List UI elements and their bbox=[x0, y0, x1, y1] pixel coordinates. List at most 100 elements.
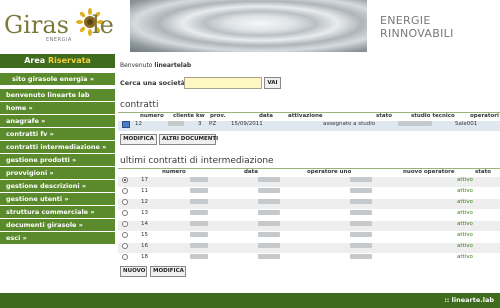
header-water-image bbox=[130, 0, 367, 52]
cell-cliente-redacted bbox=[168, 121, 184, 126]
cell-data-redacted bbox=[190, 254, 208, 259]
cell-nuovo-operatore-redacted bbox=[350, 210, 372, 215]
intermediazione-row[interactable]: 13 attivo bbox=[118, 210, 500, 220]
cell-nuovo-operatore-redacted bbox=[350, 188, 372, 193]
sidebar-item-esci[interactable]: esci » bbox=[0, 232, 115, 244]
sidebar-item-home[interactable]: home » bbox=[0, 102, 115, 114]
cell-data-redacted bbox=[190, 177, 208, 182]
contratti-row[interactable]: 12 3 PZ 15/09/2011 assegnato a studio Sa… bbox=[118, 121, 500, 131]
area-title-highlight: Riservata bbox=[47, 56, 91, 65]
sidebar-item-gestione-descrizioni[interactable]: gestione descrizioni » bbox=[0, 180, 115, 192]
cell-stato: attivo bbox=[457, 254, 473, 260]
cell-numero: 12 bbox=[141, 199, 148, 205]
cell-operatore-uno-redacted bbox=[258, 188, 280, 193]
col-stato: stato bbox=[475, 169, 492, 175]
sidebar-item-contratti-intermediazione[interactable]: contratti intermediazione » bbox=[0, 141, 115, 153]
sidebar-item-documenti-girasole[interactable]: documenti girasole » bbox=[0, 219, 115, 231]
footer: :: linearte.lab bbox=[0, 293, 500, 308]
col-studio-tecnico: studio tecnico bbox=[411, 113, 455, 119]
intermediazione-row[interactable]: 11 attivo bbox=[118, 188, 500, 198]
vai-button[interactable]: VAI bbox=[264, 77, 281, 89]
logo-text-end: le bbox=[92, 11, 114, 39]
cell-operatore-uno-redacted bbox=[258, 243, 280, 248]
cell-numero: 16 bbox=[141, 243, 148, 249]
contratti-header-row: numero cliente kw prov. data attivazione… bbox=[118, 112, 500, 120]
girasole-logo[interactable]: Giras le ENERGIA bbox=[2, 4, 118, 50]
contratti-title: contratti bbox=[120, 100, 159, 110]
intermediazione-row[interactable]: 18 attivo bbox=[118, 254, 500, 264]
cell-data-redacted bbox=[190, 221, 208, 226]
row-radio[interactable] bbox=[122, 243, 128, 249]
cell-nuovo-operatore-redacted bbox=[350, 243, 372, 248]
cell-data-redacted bbox=[190, 188, 208, 193]
cell-operatore-uno-redacted bbox=[258, 232, 280, 237]
welcome-prefix: Benvenuto bbox=[120, 62, 155, 69]
cell-prov: PZ bbox=[209, 121, 217, 127]
row-radio[interactable] bbox=[122, 199, 128, 205]
contratti-modifica-button[interactable]: MODIFICA bbox=[120, 134, 157, 145]
col-operatore-uno: operatore uno bbox=[307, 169, 352, 175]
sidebar-item-gestione-prodotti[interactable]: gestione prodotti » bbox=[0, 154, 115, 166]
altri-documenti-button[interactable]: ALTRI DOCUMENTI bbox=[159, 134, 218, 145]
cell-numero: 17 bbox=[141, 177, 148, 183]
sidebar: Area Riservata sito girasole energia » b… bbox=[0, 54, 115, 308]
intermediazione-row[interactable]: 15 attivo bbox=[118, 232, 500, 242]
cell-numero: 18 bbox=[141, 254, 148, 260]
col-operatori: operatori bbox=[470, 113, 499, 119]
search-company-input[interactable] bbox=[184, 77, 262, 89]
intermediazione-row[interactable]: 16 attivo bbox=[118, 243, 500, 253]
cell-operatori: Sale001 bbox=[455, 121, 478, 127]
sidebar-item-struttura-commerciale[interactable]: struttura commerciale » bbox=[0, 206, 115, 218]
intermediazione-row[interactable]: 12 attivo bbox=[118, 199, 500, 209]
cell-stato: attivo bbox=[457, 188, 473, 194]
cell-stato: attivo bbox=[457, 232, 473, 238]
cell-operatore-uno-redacted bbox=[258, 221, 280, 226]
cell-stato: attivo bbox=[457, 210, 473, 216]
cell-nuovo-operatore-redacted bbox=[350, 254, 372, 259]
col-stato: stato bbox=[376, 113, 393, 119]
row-select-checkbox[interactable] bbox=[122, 121, 130, 128]
cell-operatore-uno-redacted bbox=[258, 210, 280, 215]
cell-stato: attivo bbox=[457, 221, 473, 227]
cell-numero: 11 bbox=[141, 188, 148, 194]
welcome-username: lineartelab bbox=[154, 62, 192, 69]
row-radio[interactable] bbox=[122, 177, 128, 183]
col-numero: numero bbox=[140, 113, 164, 119]
cell-numero: 12 bbox=[135, 121, 142, 127]
row-radio[interactable] bbox=[122, 232, 128, 238]
cell-stato: attivo bbox=[457, 177, 473, 183]
area-riservata-title: Area Riservata bbox=[0, 54, 115, 68]
row-radio[interactable] bbox=[122, 221, 128, 227]
col-data: data bbox=[259, 113, 273, 119]
tagline-line2: RINNOVABILI bbox=[380, 27, 454, 40]
intermediazione-row[interactable]: 14 attivo bbox=[118, 221, 500, 231]
welcome-text: Benvenuto lineartelab bbox=[120, 62, 191, 69]
header: Giras le ENERGIA ENERGIE RINNOVABILI bbox=[0, 0, 500, 54]
tagline-line1: ENERGIE bbox=[380, 14, 431, 27]
intermediazione-modifica-button[interactable]: MODIFICA bbox=[150, 266, 186, 277]
cell-nuovo-operatore-redacted bbox=[350, 199, 372, 204]
cell-operatore-uno-redacted bbox=[258, 177, 280, 182]
sidebar-item-provvigioni[interactable]: provvigioni » bbox=[0, 167, 115, 179]
cell-stato: attivo bbox=[457, 199, 473, 205]
row-radio[interactable] bbox=[122, 210, 128, 216]
nuovo-button[interactable]: NUOVO bbox=[120, 266, 147, 277]
row-radio[interactable] bbox=[122, 254, 128, 260]
row-radio[interactable] bbox=[122, 188, 128, 194]
sidebar-item-gestione-utenti[interactable]: gestione utenti » bbox=[0, 193, 115, 205]
sidebar-item-sito-girasole[interactable]: sito girasole energia » bbox=[0, 73, 115, 85]
cell-operatore-uno-redacted bbox=[258, 254, 280, 259]
logo-text-main: Giras bbox=[4, 11, 69, 39]
col-prov: prov. bbox=[210, 113, 226, 119]
sidebar-item-contratti-fv[interactable]: contratti fv » bbox=[0, 128, 115, 140]
sidebar-item-benvenuto: benvenuto linearte lab bbox=[0, 89, 115, 101]
intermediazione-row[interactable]: 17 attivo bbox=[118, 177, 500, 187]
intermediazione-title: ultimi contratti di intermediazione bbox=[120, 156, 274, 166]
area-title-prefix: Area bbox=[24, 56, 48, 65]
sidebar-item-anagrafe[interactable]: anagrafe » bbox=[0, 115, 115, 127]
cell-stato: assegnato a studio bbox=[323, 121, 376, 127]
cell-studio-redacted bbox=[398, 121, 432, 126]
cell-numero: 13 bbox=[141, 210, 148, 216]
cell-numero: 15 bbox=[141, 232, 148, 238]
footer-credit[interactable]: :: linearte.lab bbox=[444, 296, 494, 304]
